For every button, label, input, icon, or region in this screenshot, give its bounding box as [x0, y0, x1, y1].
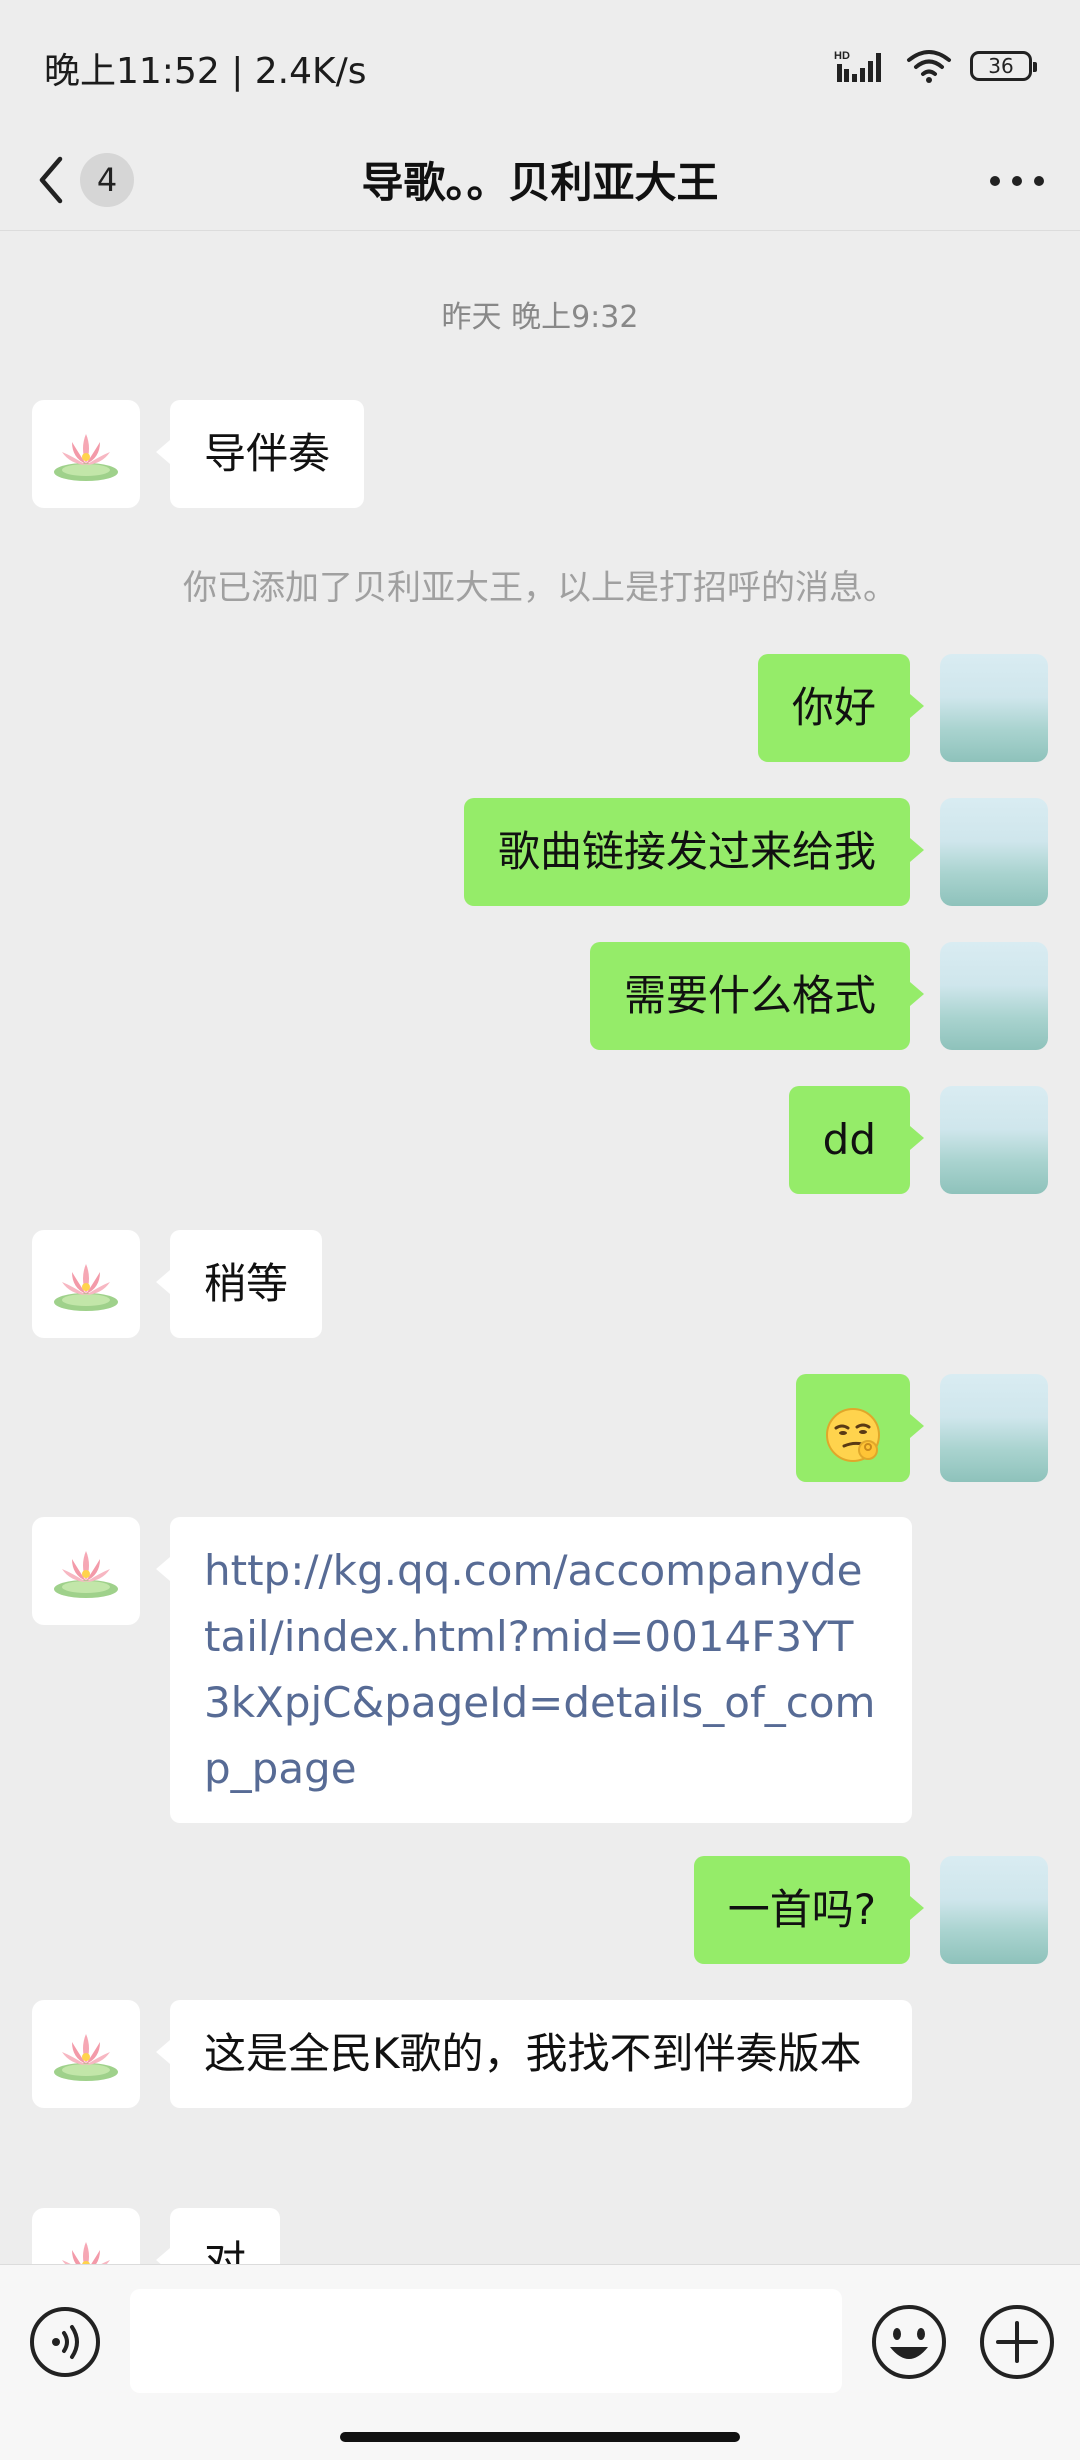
message-bubble-outgoing-emoji[interactable] [796, 1374, 924, 1482]
status-time: 晚上11:52 | 2.4K/s [44, 51, 367, 92]
back-chevron-icon [39, 156, 63, 204]
wifi-icon [907, 50, 951, 83]
voice-button[interactable] [28, 2305, 102, 2379]
message-bubble-outgoing[interactable]: 歌曲链接发过来给我 [463, 798, 925, 906]
contact-avatar[interactable] [32, 2208, 140, 2264]
smirk-ok-emoji-icon [826, 1407, 880, 1462]
message-bubble-incoming[interactable]: 导伴奏 [155, 400, 365, 508]
message-link[interactable]: http://kg.qq.com/accompanydetail/index.h… [204, 1546, 875, 1793]
lotus-avatar-icon [54, 1551, 118, 1598]
message-bubble-outgoing[interactable]: 一首吗? [693, 1856, 925, 1964]
nav-bar: 4 导歌。。贝利亚大王 [0, 128, 1080, 231]
message-list[interactable]: 昨天 晚上9:32 导伴奏 你已添加了贝利亚大王，以上是打招呼的消息。 你好 歌… [0, 230, 1080, 2264]
status-bar: 晚上11:52 | 2.4K/s HD 36 [0, 0, 1080, 128]
unread-count-badge: 4 [80, 153, 134, 207]
my-avatar[interactable] [940, 1086, 1048, 1194]
message-bubble-incoming-link[interactable]: http://kg.qq.com/accompanydetail/index.h… [156, 1517, 912, 1823]
contact-avatar[interactable] [32, 1230, 140, 1338]
chat-title: 导歌。。贝利亚大王 [361, 157, 719, 207]
timestamp-divider: 昨天 晚上9:32 [441, 300, 639, 335]
message-bubble-outgoing[interactable]: 需要什么格式 [589, 942, 925, 1050]
message-bubble-outgoing[interactable]: 你好 [757, 654, 925, 762]
contact-avatar[interactable] [32, 2000, 140, 2108]
message-bubble-outgoing[interactable]: dd [788, 1086, 925, 1194]
input-bar [0, 2264, 1080, 2460]
more-icon [990, 176, 1044, 186]
status-icons: HD 36 [834, 46, 1037, 86]
home-indicator[interactable] [340, 2432, 740, 2442]
svg-text:HD: HD [834, 50, 850, 62]
message-bubble-incoming[interactable]: 对 [155, 2208, 281, 2264]
battery-icon: 36 [970, 51, 1037, 81]
my-avatar[interactable] [940, 1374, 1048, 1482]
lotus-avatar-icon [54, 1264, 118, 1311]
message-input[interactable] [130, 2289, 842, 2393]
voice-icon [30, 2307, 100, 2377]
my-avatar[interactable] [940, 654, 1048, 762]
plus-icon [980, 2305, 1054, 2379]
my-avatar[interactable] [940, 1856, 1048, 1964]
plus-button[interactable] [978, 2303, 1056, 2381]
lotus-avatar-icon [54, 434, 118, 481]
signal-icon: HD [834, 50, 881, 82]
my-avatar[interactable] [940, 798, 1048, 906]
back-button[interactable]: 4 [36, 140, 146, 220]
emoji-button[interactable] [870, 2303, 948, 2381]
message-bubble-incoming[interactable]: 稍等 [155, 1230, 323, 1338]
message-bubble-incoming[interactable]: 这是全民K歌的，我找不到伴奏版本 [156, 2000, 912, 2108]
emoji-icon [872, 2305, 946, 2379]
more-button[interactable] [982, 146, 1052, 216]
lotus-avatar-icon [54, 2034, 118, 2081]
contact-avatar[interactable] [32, 400, 140, 508]
system-message: 你已添加了贝利亚大王，以上是打招呼的消息。 [183, 568, 897, 608]
my-avatar[interactable] [940, 942, 1048, 1050]
contact-avatar[interactable] [32, 1517, 140, 1625]
lotus-avatar-icon [62, 2242, 110, 2264]
chat-screen: 晚上11:52 | 2.4K/s HD 36 4 导歌。。贝利亚大王 昨天 晚上… [0, 0, 1080, 2460]
